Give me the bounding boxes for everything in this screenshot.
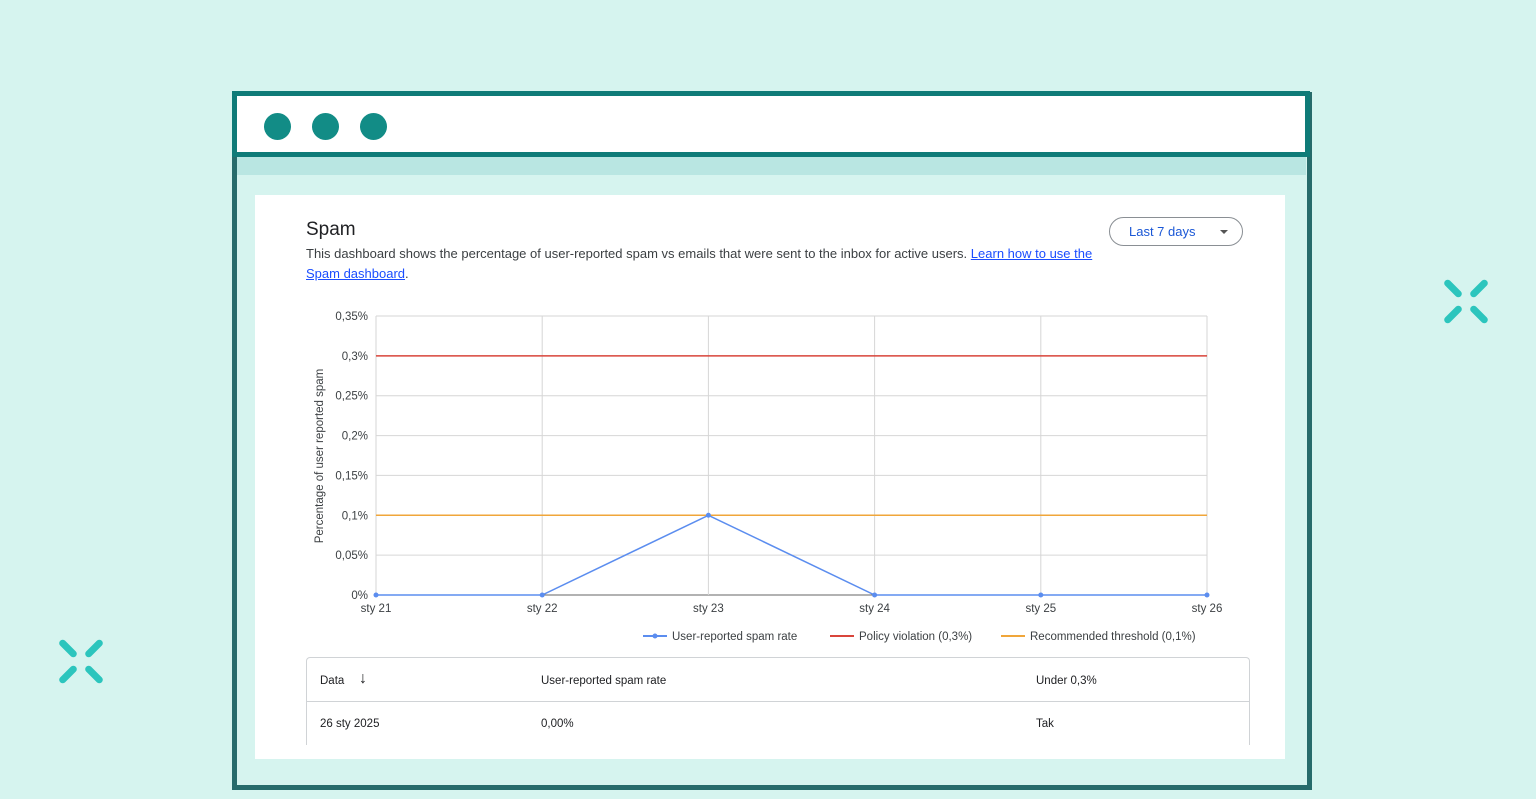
data-point [374, 593, 379, 598]
data-point [540, 593, 545, 598]
y-tick-label: 0,25% [335, 391, 368, 403]
y-tick-label: 0,05% [335, 550, 368, 562]
y-tick-label: 0% [351, 590, 368, 602]
cell-date: 26 sty 2025 [320, 718, 379, 730]
y-tick-label: 0,3% [342, 351, 368, 363]
decorative-x-icon [1442, 276, 1492, 326]
data-table: Data ↓ User-reported spam rate Under 0,3… [306, 657, 1250, 745]
col-under-header: Under 0,3% [1036, 675, 1097, 687]
legend-label: User-reported spam rate [672, 631, 797, 643]
sort-arrow-down-icon[interactable]: ↓ [359, 670, 367, 688]
data-point [706, 513, 711, 518]
decorative-x-icon [57, 636, 107, 686]
x-tick-label: sty 25 [1025, 603, 1056, 615]
x-tick-label: sty 22 [527, 603, 558, 615]
cell-rate: 0,00% [541, 718, 574, 730]
x-tick-label: sty 23 [693, 603, 724, 615]
col-date-header[interactable]: Data [320, 675, 344, 687]
y-tick-label: 0,35% [335, 311, 368, 323]
data-point [1205, 593, 1210, 598]
x-tick-label: sty 24 [859, 603, 890, 615]
table-header: Data ↓ User-reported spam rate Under 0,3… [307, 658, 1249, 702]
y-axis-label: Percentage of user reported spam [314, 369, 326, 544]
y-tick-label: 0,1% [342, 510, 368, 522]
table-row: 26 sty 2025 0,00% Tak [307, 702, 1249, 746]
data-point [1038, 593, 1043, 598]
legend-label: Policy violation (0,3%) [859, 631, 972, 643]
y-tick-label: 0,2% [342, 431, 368, 443]
x-tick-label: sty 26 [1192, 603, 1223, 615]
data-point [872, 593, 877, 598]
legend-marker [653, 634, 658, 639]
y-tick-label: 0,15% [335, 470, 368, 482]
cell-under: Tak [1036, 718, 1054, 730]
col-rate-header: User-reported spam rate [541, 675, 666, 687]
x-tick-label: sty 21 [361, 603, 392, 615]
legend-label: Recommended threshold (0,1%) [1030, 631, 1196, 643]
